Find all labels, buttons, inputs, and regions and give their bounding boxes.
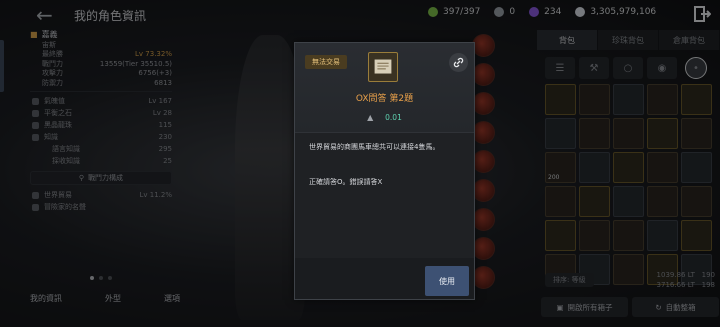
item-description: 世界貿易的商團馬車總共可以連接4隻馬。 bbox=[309, 143, 440, 151]
use-button[interactable]: 使用 bbox=[425, 266, 469, 296]
item-hint: 正確請答O。錯誤請答X bbox=[309, 178, 383, 186]
item-weight: ▲ 0.01 bbox=[367, 112, 402, 122]
untradable-badge: 無法交易 bbox=[305, 55, 347, 69]
item-detail-modal: 無法交易 OX問答 第2題 ▲ 0.01 世界貿易的商團馬車總共可以連接4隻馬。… bbox=[294, 42, 475, 300]
modal-header: 無法交易 OX問答 第2題 ▲ 0.01 bbox=[295, 43, 474, 132]
weight-icon: ▲ bbox=[367, 112, 374, 122]
item-name: OX問答 第2題 bbox=[355, 94, 414, 104]
modal-body: 世界貿易的商團馬車總共可以連接4隻馬。 正確請答O。錯誤請答X bbox=[295, 132, 474, 258]
link-icon[interactable] bbox=[449, 53, 468, 72]
quiz-scroll-icon bbox=[368, 52, 398, 82]
